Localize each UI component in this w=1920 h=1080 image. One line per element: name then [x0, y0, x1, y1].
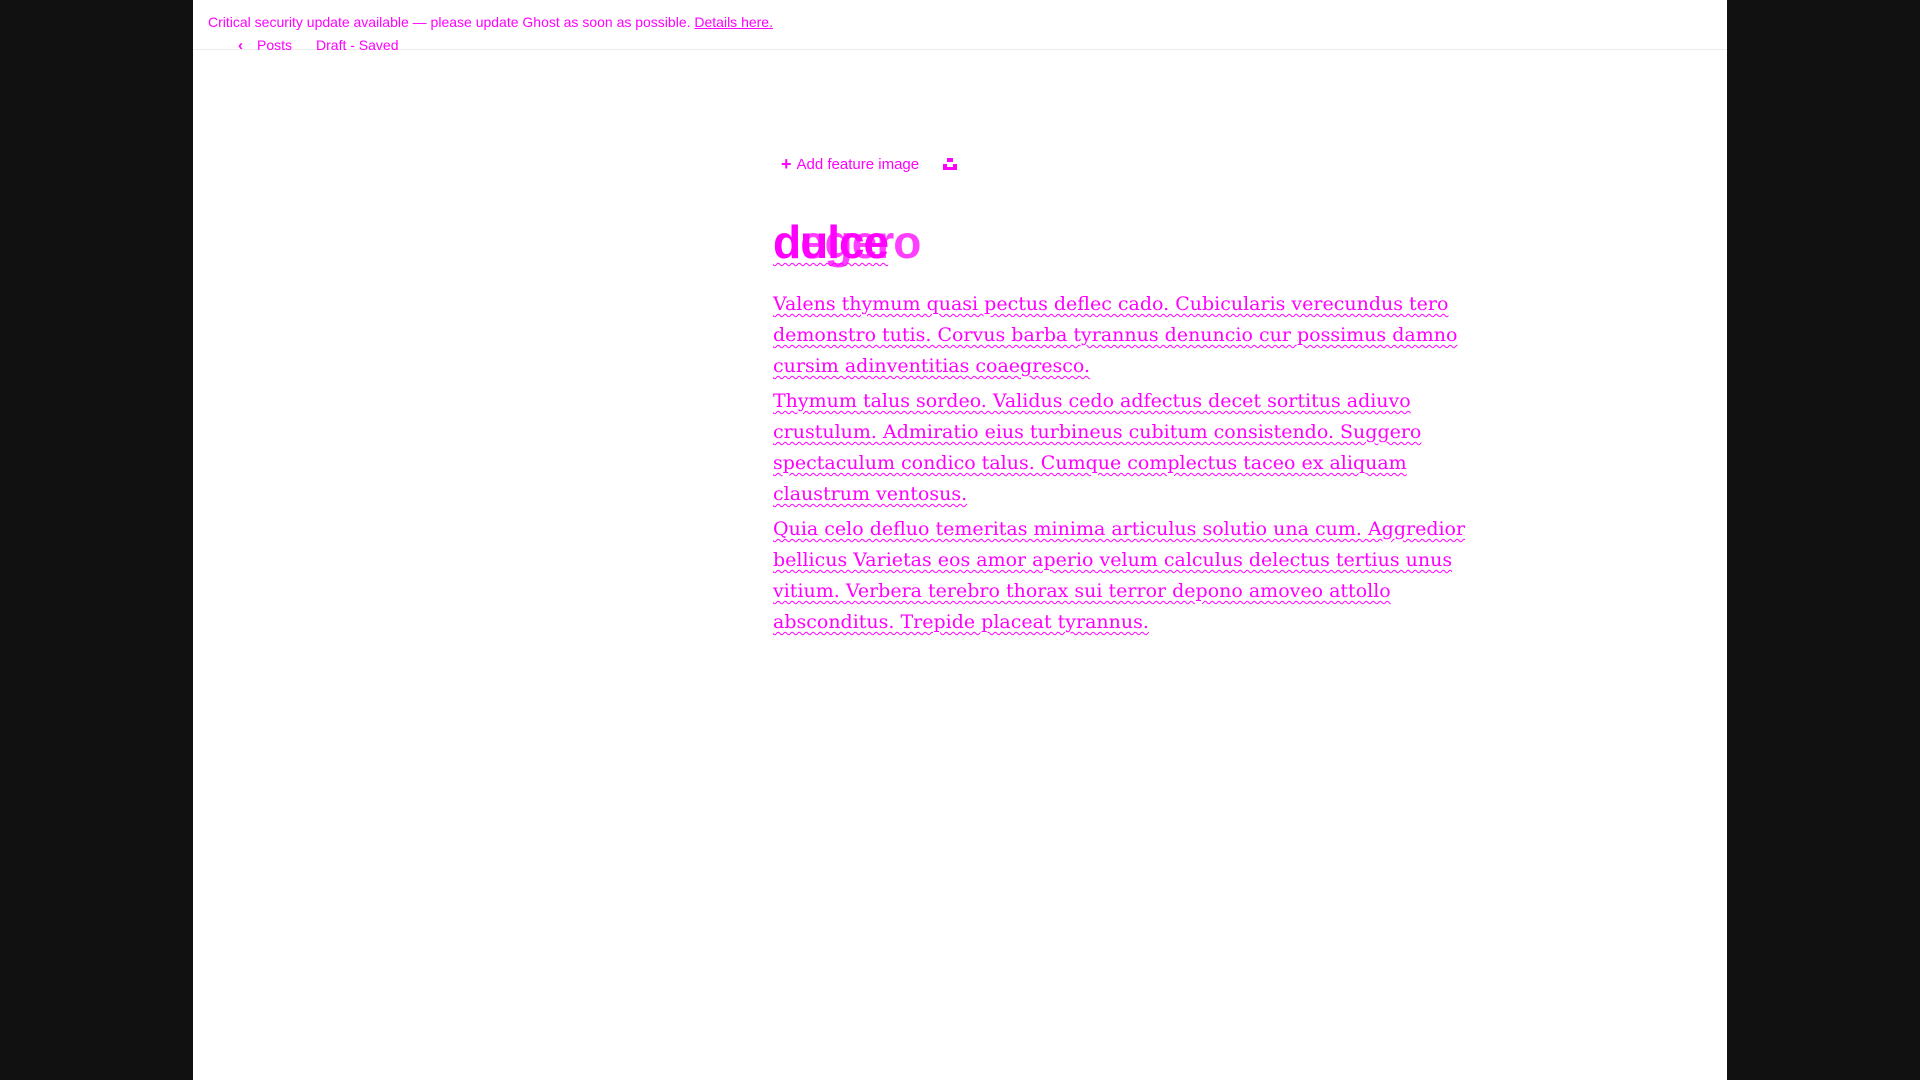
post-title-ghost-text: degero	[773, 216, 921, 268]
unsplash-icon[interactable]	[943, 158, 958, 170]
topbar-divider	[193, 49, 1727, 50]
editor-page: Critical security update available — ple…	[193, 0, 1727, 1080]
chevron-left-icon: ‹	[238, 36, 243, 54]
feature-image-row: + Add feature image	[781, 155, 958, 173]
back-to-posts-button[interactable]: ‹ Posts	[238, 37, 292, 53]
security-update-banner: Critical security update available — ple…	[208, 14, 773, 30]
post-status: Draft - Saved	[316, 37, 399, 53]
add-feature-image-button[interactable]: + Add feature image	[781, 155, 919, 173]
editor-topbar: ‹ Posts Draft - Saved	[238, 37, 399, 53]
post-body[interactable]: Valens thymum quasi pectus deflec cado. …	[773, 289, 1503, 642]
add-feature-image-label: Add feature image	[796, 155, 920, 173]
back-label: Posts	[257, 37, 293, 53]
body-paragraph: Quia celo defluo temeritas minima articu…	[773, 518, 1466, 633]
banner-message: Critical security update available — ple…	[208, 14, 691, 30]
body-paragraph: Thymum talus sordeo. Validus cedo adfect…	[773, 390, 1422, 505]
post-title[interactable]: dulce degero	[773, 215, 921, 269]
body-paragraph: Valens thymum quasi pectus deflec cado. …	[773, 293, 1458, 377]
banner-details-link[interactable]: Details here.	[694, 14, 773, 30]
plus-icon: +	[781, 154, 792, 174]
